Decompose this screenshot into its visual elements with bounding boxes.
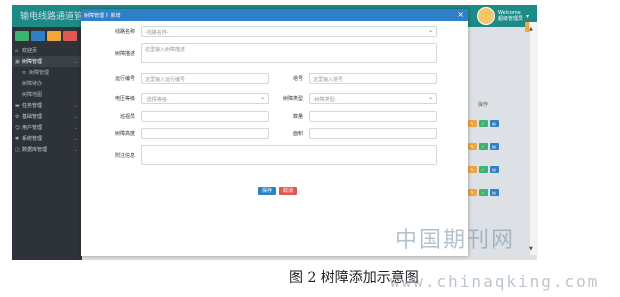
detail-button[interactable]: ▤: [489, 143, 499, 150]
gear-icon: ⚙: [15, 113, 20, 120]
edit-button[interactable]: ✎: [467, 189, 477, 196]
quick-user-button[interactable]: [31, 31, 45, 41]
sidebar-item-tree-map[interactable]: 树障地图: [12, 89, 82, 100]
sidebar-item-database[interactable]: ◫ 数据库管理 ⌄: [12, 144, 82, 155]
voltage-select[interactable]: -选择等级-: [141, 93, 269, 104]
sidebar-item-users[interactable]: ☺ 用户管理 ⌄: [12, 122, 82, 133]
operations-column: 操作 ✎ ✓ ▤ ✎ ✓ ▤ ✎ ✓ ▤ ✎ ✓ ▤: [464, 101, 502, 212]
sidebar-item-system[interactable]: ✱ 系统管理 ⌄: [12, 133, 82, 144]
sidebar: ⌂ 欢迎页 ▣ 树障管理 ⌄ ≡ 树障管理 树障待办 树障地图 ▬ 任务管理 ⌄ ⚙ 基础管理…: [12, 27, 82, 260]
table-row-actions: ✎ ✓ ▤: [464, 120, 502, 127]
tree-height-input[interactable]: [141, 128, 269, 139]
quick-edit-button[interactable]: [15, 31, 29, 41]
table-row-actions: ✎ ✓ ▤: [464, 166, 502, 173]
edit-button[interactable]: ✎: [467, 120, 477, 127]
quick-actions: [12, 27, 82, 45]
check-button[interactable]: ✓: [478, 189, 488, 196]
cancel-button[interactable]: 取消: [279, 187, 298, 195]
area-input[interactable]: [309, 128, 437, 139]
chevron-down-icon: ⌄: [73, 146, 78, 153]
tree-height-label: 树障高度: [114, 131, 135, 137]
table-row-actions: ✎ ✓ ▤: [464, 143, 502, 150]
avatar[interactable]: [476, 7, 495, 25]
detail-button[interactable]: ▤: [489, 166, 499, 173]
line-name-select[interactable]: -线路名称-: [141, 26, 437, 37]
chevron-down-icon: ⌄: [73, 102, 78, 109]
edit-button[interactable]: ✎: [467, 166, 477, 173]
detail-button[interactable]: ▤: [489, 189, 499, 196]
dialog-title: 树障管理 》新增: [84, 13, 121, 19]
chevron-down-icon: ⌄: [73, 124, 78, 131]
user-menu[interactable]: Welcome 超级管理员 ▾: [476, 7, 529, 25]
edit-button[interactable]: ✎: [467, 143, 477, 150]
area-label: 面积: [292, 131, 303, 137]
chevron-down-icon[interactable]: ▾: [526, 13, 529, 20]
inspector-input[interactable]: [141, 111, 269, 122]
chevron-down-icon: ⌄: [73, 135, 78, 142]
app-title: 输电线路通道管: [20, 12, 84, 22]
tower-number-label: 塔号: [292, 76, 303, 82]
settings-icon: ✱: [15, 135, 20, 142]
obstacle-form: 线路名称 -线路名称- 树障描述 这里输入树障描述 运行编号 这里输入运行编号 …: [91, 26, 443, 165]
quick-settings-button[interactable]: [63, 31, 77, 41]
dialog-actions: 保存 取消: [258, 187, 298, 195]
chevron-down-icon: ⌄: [73, 58, 78, 65]
scroll-down-icon[interactable]: ▼: [529, 246, 533, 252]
run-number-label: 运行编号: [114, 76, 135, 82]
database-icon: ◫: [15, 146, 20, 153]
save-button[interactable]: 保存: [258, 187, 277, 195]
quantity-label: 数量: [292, 114, 303, 120]
add-obstacle-dialog: 树障管理 》新增 × 线路名称 -线路名称- 树障描述 这里输入树障描述 运行编…: [81, 9, 468, 256]
user-role: 超级管理员: [497, 16, 523, 22]
watermark-url: www.chinaqking.com: [390, 272, 600, 291]
check-button[interactable]: ✓: [478, 143, 488, 150]
line-name-label: 线路名称: [114, 29, 135, 35]
obstacle-desc-textarea[interactable]: 这里输入树障描述: [141, 43, 437, 63]
chevron-down-icon: ⌄: [73, 113, 78, 120]
scroll-up-icon[interactable]: ▲: [529, 26, 533, 32]
user-icon: ☺: [15, 124, 21, 131]
inspector-label: 巡视员: [119, 114, 135, 120]
obstacle-type-label: 树障类型: [282, 96, 303, 102]
run-number-input[interactable]: 这里输入运行编号: [141, 73, 269, 84]
quantity-input[interactable]: [309, 111, 437, 122]
sidebar-item-basic[interactable]: ⚙ 基础管理 ⌄: [12, 111, 82, 122]
tower-number-input[interactable]: 这里输入塔号: [309, 73, 437, 84]
sidebar-item-home[interactable]: ⌂ 欢迎页: [12, 45, 82, 56]
voltage-label: 电压等级: [114, 96, 135, 102]
sidebar-item-tree-todo[interactable]: 树障待办: [12, 78, 82, 89]
obstacle-type-select[interactable]: -树障类型-: [309, 93, 437, 104]
sidebar-item-tree-list[interactable]: ≡ 树障管理: [12, 67, 82, 78]
watermark-logo: 中国期刊网: [395, 228, 516, 253]
check-button[interactable]: ✓: [478, 166, 488, 173]
sidebar-item-tasks[interactable]: ▬ 任务管理 ⌄: [12, 100, 82, 111]
note-textarea[interactable]: [141, 145, 437, 165]
obstacle-desc-label: 树障描述: [114, 50, 135, 57]
scrollbar[interactable]: [529, 22, 538, 255]
list-icon: ≡: [22, 69, 27, 76]
home-icon: ⌂: [15, 47, 19, 54]
detail-button[interactable]: ▤: [489, 120, 499, 127]
folder-icon: ▬: [15, 102, 20, 109]
table-row-actions: ✎ ✓ ▤: [464, 189, 502, 196]
quick-list-button[interactable]: [47, 31, 61, 41]
dialog-header: 树障管理 》新增 ×: [81, 9, 468, 21]
sidebar-item-tree-obstacles[interactable]: ▣ 树障管理 ⌄: [12, 56, 82, 67]
check-button[interactable]: ✓: [478, 120, 488, 127]
close-icon[interactable]: ×: [457, 10, 464, 20]
ops-column-header: 操作: [477, 102, 488, 108]
tree-icon: ▣: [15, 58, 20, 65]
note-label: 附注信息: [114, 152, 135, 159]
